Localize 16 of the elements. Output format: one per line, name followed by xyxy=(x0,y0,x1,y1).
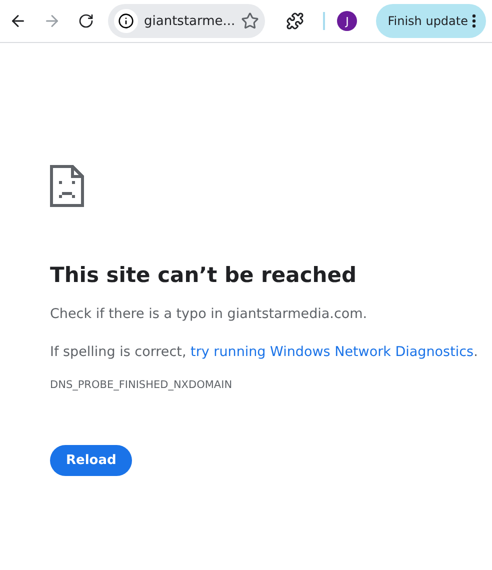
sad-page-icon xyxy=(50,165,84,207)
typo-hint: Check if there is a typo in giantstarmedia.com. xyxy=(50,305,368,324)
puzzle-icon[interactable] xyxy=(286,12,304,30)
url-text: giantstarme... xyxy=(144,14,236,28)
info-icon[interactable] xyxy=(114,9,138,33)
error-title: This site can’t be reached xyxy=(50,263,358,287)
address-bar[interactable]: giantstarme... xyxy=(108,4,266,38)
profile-avatar[interactable]: J xyxy=(337,11,358,31)
reload-icon[interactable] xyxy=(78,13,94,29)
bookmark-star-icon[interactable] xyxy=(241,12,260,30)
finish-update-button[interactable]: Finish update xyxy=(376,4,486,38)
reload-page-button[interactable]: Reload xyxy=(50,445,132,476)
more-menu-icon xyxy=(472,14,476,28)
diagnostics-link[interactable]: try running Windows Network Diagnostics xyxy=(190,344,474,360)
error-code: DNS_PROBE_FINISHED_NXDOMAIN xyxy=(50,379,234,391)
suggestion-text: If spelling is correct, try running Windows Network Diagnostics. xyxy=(50,343,479,362)
